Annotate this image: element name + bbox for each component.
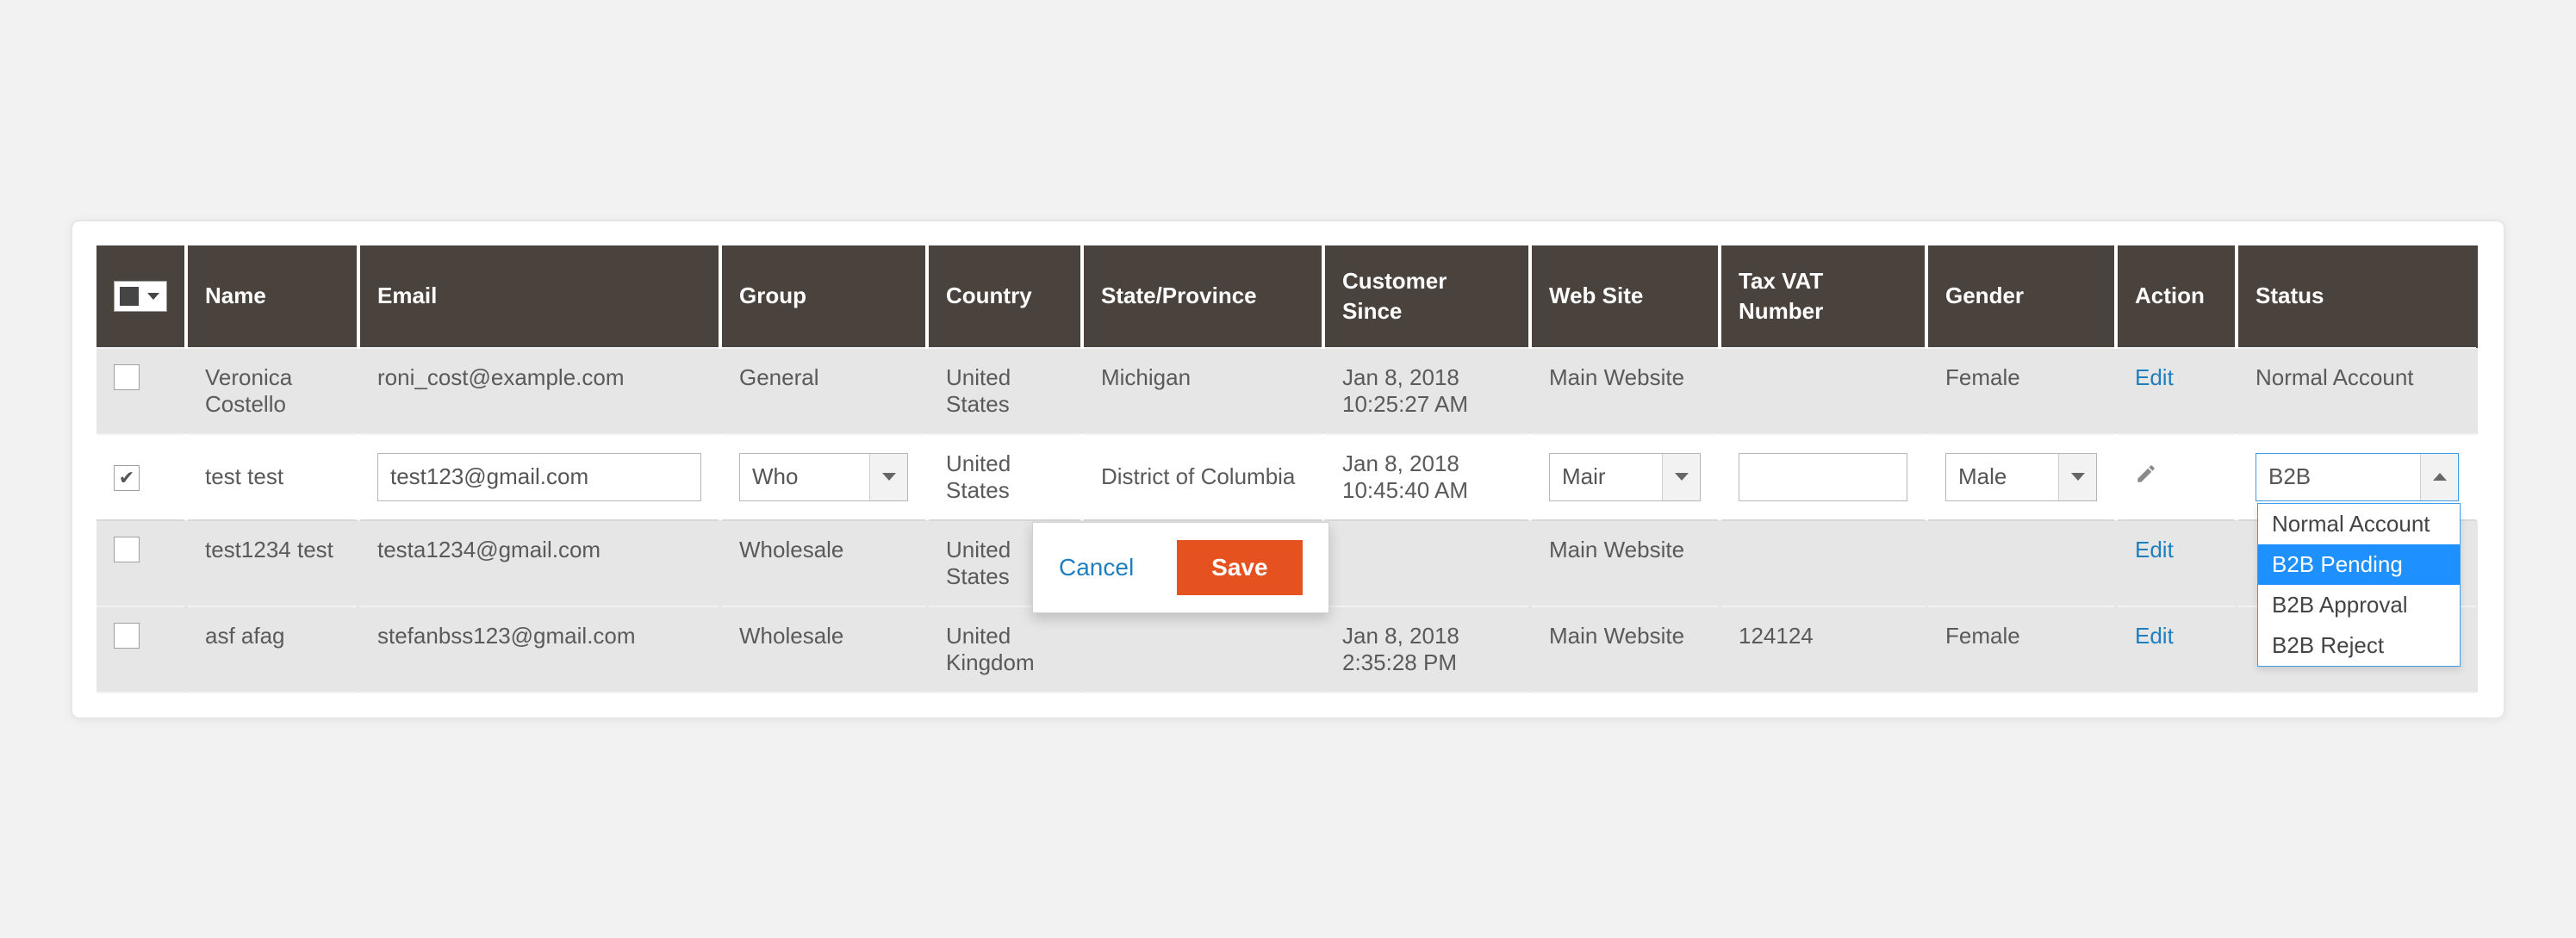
cell-site: Main Website xyxy=(1530,520,1720,606)
chevron-down-icon xyxy=(882,473,896,481)
chevron-down-icon xyxy=(2071,473,2085,481)
status-option-reject[interactable]: B2B Reject xyxy=(2258,625,2460,666)
cell-since: Jan 8, 2018 2:35:28 PM xyxy=(1323,606,1530,693)
table-row: asf afag stefanbss123@gmail.com Wholesal… xyxy=(96,606,2478,693)
header-group[interactable]: Group xyxy=(720,245,927,348)
status-option-pending[interactable]: B2B Pending xyxy=(2258,544,2460,585)
cell-site: Main Website xyxy=(1530,606,1720,693)
group-select-value: Who xyxy=(740,454,869,500)
customers-grid-card: Name Email Group Country State/Province … xyxy=(71,220,2505,719)
cell-status: Normal Account xyxy=(2237,348,2478,434)
cell-country: United Kingdom xyxy=(927,606,1082,693)
website-select-toggle[interactable] xyxy=(1662,454,1700,500)
cell-name: test1234 test xyxy=(186,520,358,606)
table-row: Veronica Costello roni_cost@example.com … xyxy=(96,348,2478,434)
pencil-icon[interactable] xyxy=(2135,463,2157,485)
chevron-down-icon xyxy=(147,293,159,300)
status-select-value: B2B xyxy=(2256,454,2420,500)
header-email[interactable]: Email xyxy=(358,245,720,348)
status-option-normal[interactable]: Normal Account xyxy=(2258,504,2460,544)
cell-site: Main Website xyxy=(1530,348,1720,434)
cell-since xyxy=(1323,520,1530,606)
status-dropdown-menu: Normal Account B2B Pending B2B Approval … xyxy=(2257,503,2461,667)
cell-tax xyxy=(1720,520,1926,606)
cell-gender: Female xyxy=(1926,348,2116,434)
cell-name: test test xyxy=(186,434,358,520)
header-select-all xyxy=(96,245,186,348)
status-select-toggle[interactable] xyxy=(2420,454,2458,500)
cell-state xyxy=(1082,606,1323,693)
cell-group: Wholesale xyxy=(720,606,927,693)
cell-country: United States xyxy=(927,434,1082,520)
header-tax[interactable]: Tax VAT Number xyxy=(1720,245,1926,348)
header-gender[interactable]: Gender xyxy=(1926,245,2116,348)
header-country[interactable]: Country xyxy=(927,245,1082,348)
header-status[interactable]: Status xyxy=(2237,245,2478,348)
cell-gender: Female xyxy=(1926,606,2116,693)
email-input[interactable] xyxy=(377,453,701,501)
save-button[interactable]: Save xyxy=(1177,540,1302,595)
row-checkbox[interactable] xyxy=(114,465,140,491)
header-tax-l2: Number xyxy=(1739,298,1907,325)
select-all-mark xyxy=(120,287,139,306)
table-header-row: Name Email Group Country State/Province … xyxy=(96,245,2478,348)
header-tax-l1: Tax VAT xyxy=(1739,268,1907,295)
header-action[interactable]: Action xyxy=(2116,245,2237,348)
row-checkbox[interactable] xyxy=(114,623,140,649)
edit-link[interactable]: Edit xyxy=(2135,537,2174,562)
group-select-toggle[interactable] xyxy=(869,454,907,500)
header-since-l2: Since xyxy=(1342,298,1511,325)
cell-name: asf afag xyxy=(186,606,358,693)
cell-state: District of Columbia xyxy=(1082,434,1323,520)
gender-select-toggle[interactable] xyxy=(2058,454,2096,500)
header-name[interactable]: Name xyxy=(186,245,358,348)
cell-state: Michigan xyxy=(1082,348,1323,434)
cell-since: Jan 8, 2018 10:45:40 AM xyxy=(1323,434,1530,520)
header-since[interactable]: Customer Since xyxy=(1323,245,1530,348)
cell-gender xyxy=(1926,520,2116,606)
inline-edit-actions-popover: Cancel Save xyxy=(1032,522,1329,613)
tax-vat-input[interactable] xyxy=(1739,453,1907,501)
cancel-button[interactable]: Cancel xyxy=(1059,554,1134,581)
cell-email: roni_cost@example.com xyxy=(358,348,720,434)
chevron-up-icon xyxy=(2433,473,2447,481)
chevron-down-icon xyxy=(1675,473,1689,481)
cell-group: General xyxy=(720,348,927,434)
cell-group: Wholesale xyxy=(720,520,927,606)
table-row-editing: test test Who United States District of … xyxy=(96,434,2478,520)
header-state[interactable]: State/Province xyxy=(1082,245,1323,348)
cell-tax: 124124 xyxy=(1720,606,1926,693)
cell-country: United States xyxy=(927,348,1082,434)
website-select-value: Mair xyxy=(1550,454,1662,500)
row-checkbox[interactable] xyxy=(114,537,140,562)
cell-email: testa1234@gmail.com xyxy=(358,520,720,606)
select-all-control[interactable] xyxy=(114,281,167,312)
status-option-approval[interactable]: B2B Approval xyxy=(2258,585,2460,625)
header-site[interactable]: Web Site xyxy=(1530,245,1720,348)
group-select[interactable]: Who xyxy=(739,453,908,501)
cell-name: Veronica Costello xyxy=(186,348,358,434)
cell-email: stefanbss123@gmail.com xyxy=(358,606,720,693)
row-checkbox[interactable] xyxy=(114,364,140,390)
website-select[interactable]: Mair xyxy=(1549,453,1701,501)
status-select[interactable]: B2B xyxy=(2256,453,2459,501)
header-since-l1: Customer xyxy=(1342,268,1511,295)
gender-select[interactable]: Male xyxy=(1945,453,2097,501)
customers-table: Name Email Group Country State/Province … xyxy=(96,245,2480,693)
cell-tax xyxy=(1720,348,1926,434)
gender-select-value: Male xyxy=(1946,454,2058,500)
cell-since: Jan 8, 2018 10:25:27 AM xyxy=(1323,348,1530,434)
edit-link[interactable]: Edit xyxy=(2135,623,2174,649)
edit-link[interactable]: Edit xyxy=(2135,364,2174,390)
